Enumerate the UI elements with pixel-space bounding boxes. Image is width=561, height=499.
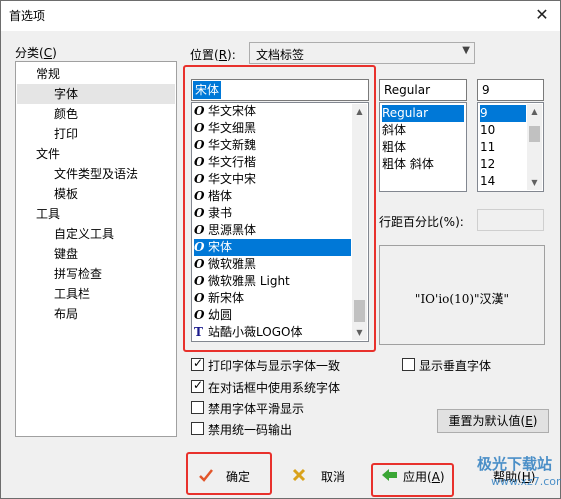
cancel-button-label: 取消 [321, 470, 346, 484]
close-x-icon [292, 468, 306, 482]
tree-item-filetype-syntax[interactable]: 文件类型及语法 [54, 164, 138, 184]
scroll-up-icon[interactable]: ▲ [527, 104, 542, 119]
tree-item-keyboard[interactable]: 键盘 [54, 244, 78, 264]
close-icon[interactable]: ✕ [530, 4, 554, 26]
checkbox-disable-unicode-label: 禁用统一码输出 [208, 423, 293, 437]
font-size-item[interactable]: 12 [480, 156, 526, 173]
position-select-value: 文档标签 [256, 48, 305, 62]
scroll-thumb[interactable] [529, 126, 540, 142]
tree-item-layout[interactable]: 布局 [54, 304, 78, 324]
checkbox-vertical-font-label: 显示垂直字体 [419, 359, 492, 373]
line-spacing-input[interactable] [477, 209, 544, 231]
font-style-list[interactable]: Regular 斜体 粗体 粗体 斜体 [379, 102, 467, 192]
watermark-logo: 极光下载站 www.xz7.com [469, 447, 561, 499]
scroll-down-icon[interactable]: ▼ [527, 175, 542, 190]
font-style-item[interactable]: 斜体 [382, 122, 464, 139]
checkbox-disable-unicode[interactable] [191, 422, 204, 435]
checkbox-vertical-font[interactable] [402, 358, 415, 371]
chevron-down-icon: ▼ [462, 45, 470, 56]
position-label: 位置(R): [190, 48, 236, 62]
tree-item-custom-tools[interactable]: 自定义工具 [54, 224, 114, 244]
annotation-highlight-ok [186, 452, 272, 495]
font-size-list[interactable]: 9 10 11 12 14 ▲ ▼ [477, 102, 544, 192]
tree-item-spellcheck[interactable]: 拼写检查 [54, 264, 102, 284]
preview-text: "IO'io(10)"汉漢" [414, 292, 510, 306]
preferences-dialog: 首选项 ✕ 分类(C) 常规 字体 颜色 打印 文件 文件类型及语法 模板 工具… [0, 0, 561, 499]
checkbox-disable-smoothing[interactable] [191, 401, 204, 414]
font-size-scrollbar[interactable]: ▲ ▼ [527, 104, 542, 190]
tree-item-tools[interactable]: 工具 [36, 204, 60, 224]
font-style-value: Regular [384, 83, 431, 97]
tree-item-file[interactable]: 文件 [36, 144, 60, 164]
annotation-highlight-font-list [183, 65, 376, 352]
checkbox-disable-smoothing-label: 禁用字体平滑显示 [208, 402, 305, 416]
watermark-url: www.xz7.com [491, 475, 561, 488]
font-style-item[interactable]: 粗体 [382, 139, 464, 156]
checkbox-print-match-display-label: 打印字体与显示字体一致 [208, 359, 341, 373]
checkbox-system-font-dialog[interactable] [191, 378, 204, 393]
font-style-item[interactable]: 粗体 斜体 [382, 156, 464, 173]
font-size-input[interactable]: 9 [477, 79, 544, 101]
font-preview: "IO'io(10)"汉漢" [379, 245, 545, 345]
tree-item-color[interactable]: 颜色 [54, 104, 78, 124]
window-title: 首选项 [9, 9, 46, 23]
font-size-item-selected[interactable]: 9 [480, 105, 526, 122]
font-size-value: 9 [482, 83, 490, 97]
position-select[interactable]: 文档标签 ▼ [249, 42, 475, 64]
line-spacing-label: 行距百分比(%): [379, 215, 464, 229]
tree-selection-highlight [17, 84, 175, 104]
cancel-button[interactable]: 取消 [289, 463, 361, 487]
reset-default-button[interactable]: 重置为默认值(E) [437, 409, 549, 433]
font-size-item[interactable]: 10 [480, 122, 526, 139]
category-tree[interactable]: 常规 字体 颜色 打印 文件 文件类型及语法 模板 工具 自定义工具 键盘 拼写… [15, 61, 177, 437]
annotation-highlight-apply [371, 463, 454, 497]
checkbox-print-match-display[interactable] [191, 356, 204, 371]
font-size-item[interactable]: 14 [480, 173, 526, 190]
font-style-item-selected[interactable]: Regular [382, 105, 464, 122]
category-label: 分类(C) [15, 46, 57, 60]
tree-item-template[interactable]: 模板 [54, 184, 78, 204]
tree-item-toolbar[interactable]: 工具栏 [54, 284, 90, 304]
watermark-title: 极光下载站 [477, 455, 553, 473]
checkbox-system-font-dialog-label: 在对话框中使用系统字体 [208, 381, 341, 395]
tree-item-general[interactable]: 常规 [36, 64, 60, 84]
tree-item-print[interactable]: 打印 [54, 124, 78, 144]
tree-item-font[interactable]: 字体 [54, 84, 78, 104]
font-style-input[interactable]: Regular [379, 79, 467, 101]
font-size-item[interactable]: 11 [480, 139, 526, 156]
title-bar: 首选项 ✕ [1, 1, 560, 31]
